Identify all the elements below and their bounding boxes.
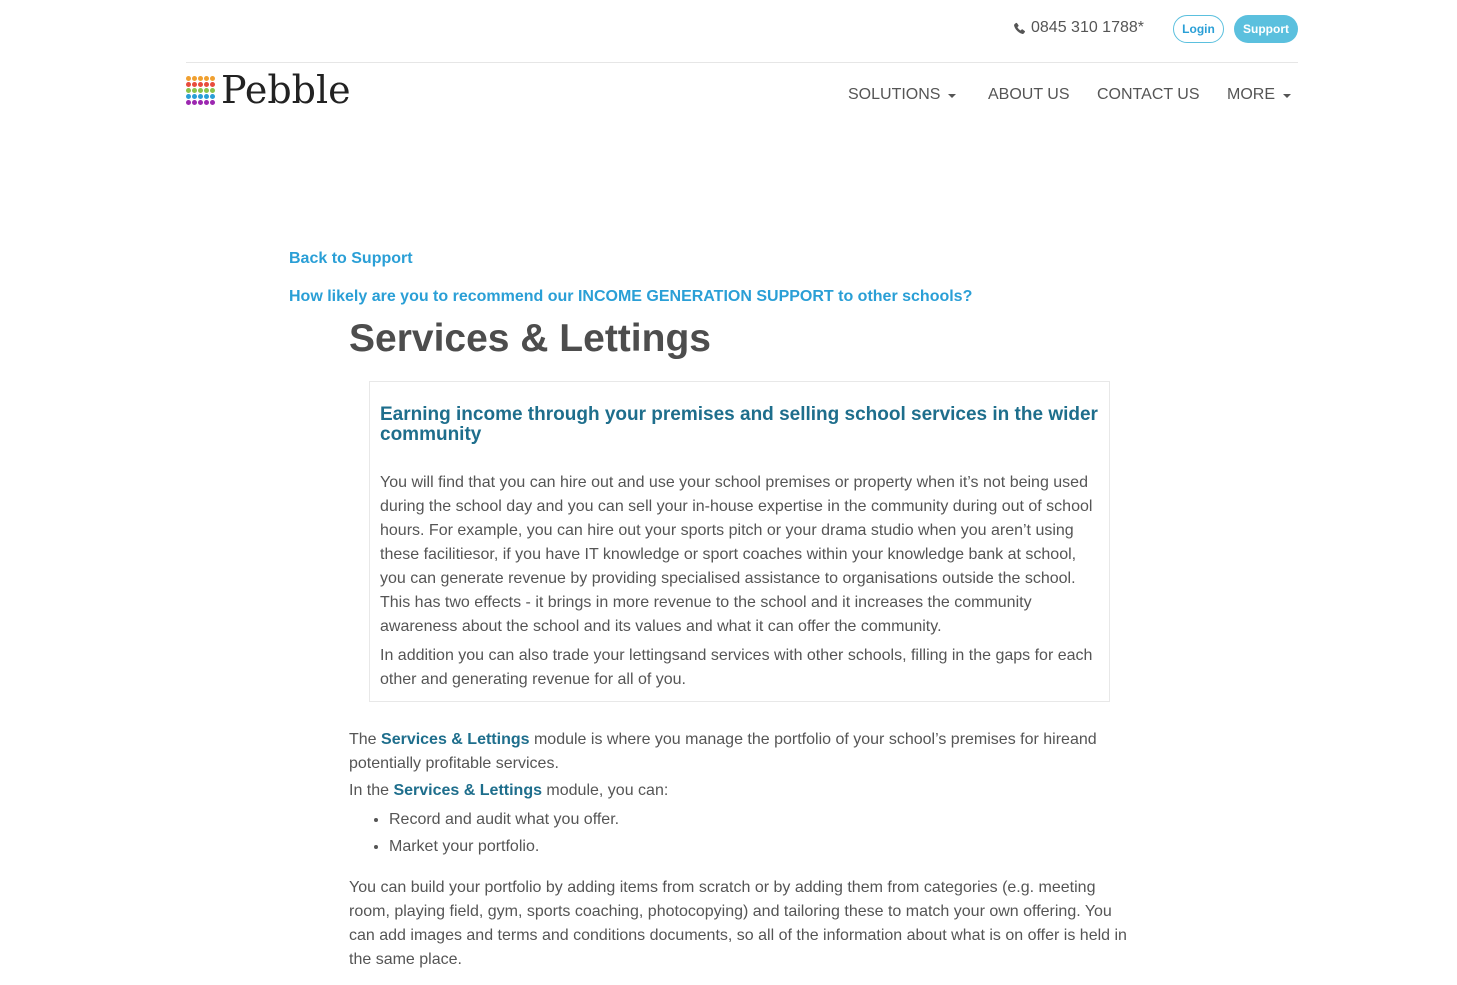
nav-item-label: ABOUT US — [988, 86, 1070, 103]
nav-item-more[interactable]: MORE — [1227, 86, 1291, 104]
text-span: In the — [349, 782, 394, 799]
logo-dot — [198, 75, 203, 81]
phone-number-text: 0845 310 1788* — [1031, 19, 1144, 36]
phone-icon — [1013, 22, 1026, 35]
intro-paragraph: In addition you can also trade your lett… — [380, 647, 1093, 688]
support-button[interactable]: Support — [1234, 15, 1298, 43]
recommend-survey-link[interactable]: How likely are you to recommend our INCO… — [289, 288, 972, 306]
nav-item-contact-us[interactable]: CONTACT US — [1097, 86, 1200, 104]
caret-down-icon — [948, 94, 957, 98]
nav-item-solutions[interactable]: SOLUTIONS — [848, 86, 957, 104]
logo-dot — [210, 75, 215, 81]
nav-item-about-us[interactable]: ABOUT US — [988, 86, 1070, 104]
text-span: The — [349, 731, 382, 748]
logo-dot — [204, 75, 209, 81]
portfolio-paragraph: You can build your portfolio by adding i… — [349, 879, 1127, 968]
page-title: Services & Lettings — [349, 317, 711, 360]
list-item: Record and audit what you offer. — [389, 806, 619, 833]
logo-dot — [192, 75, 197, 81]
top-utility-bar: 0845 310 1788* Login Support — [186, 0, 1298, 63]
nav-item-label: CONTACT US — [1097, 86, 1200, 103]
intro-heading: Earning income through your premises and… — [380, 404, 1098, 445]
module-name-highlight: Services & Lettings — [381, 731, 530, 748]
list-item: Market your portfolio. — [389, 833, 619, 860]
logo-dot — [186, 75, 191, 81]
phone-number[interactable]: 0845 310 1788* — [1013, 19, 1144, 37]
intro-paragraph: You will find that you can hire out and … — [380, 474, 1093, 635]
nav-item-label: MORE — [1227, 86, 1275, 103]
module-description: The Services & Lettings module is where … — [349, 728, 1119, 776]
login-button[interactable]: Login — [1173, 15, 1224, 43]
intro-panel: Earning income through your premises and… — [369, 381, 1110, 702]
nav-item-label: SOLUTIONS — [848, 86, 941, 103]
module-capabilities-intro: In the Services & Lettings module, you c… — [349, 779, 1134, 803]
module-name-highlight: Services & Lettings — [393, 782, 542, 799]
main-nav: SOLUTIONS ABOUT US CONTACT US MORE — [0, 86, 1457, 108]
caret-down-icon — [1283, 94, 1291, 98]
feature-list: Record and audit what you offer. Market … — [349, 806, 619, 860]
text-span: module, you can: — [541, 782, 669, 799]
back-to-support-link[interactable]: Back to Support — [289, 250, 413, 268]
